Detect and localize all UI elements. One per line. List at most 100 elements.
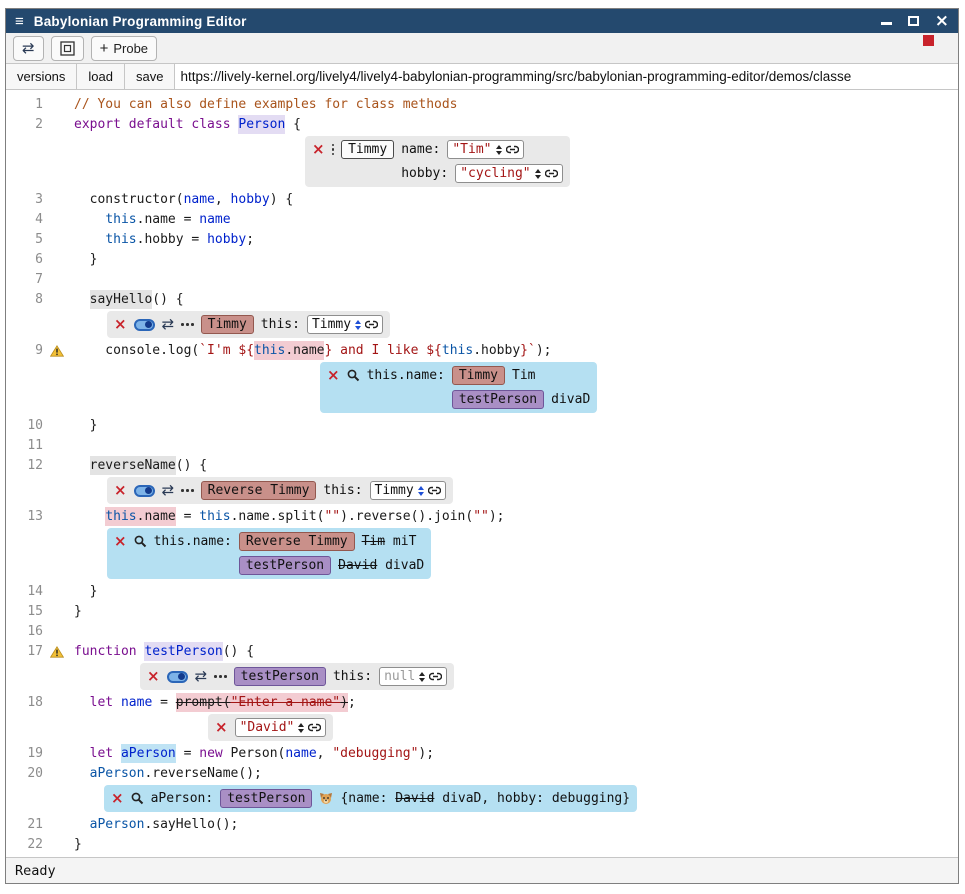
stepper-icon[interactable] xyxy=(355,320,361,330)
code-line[interactable]: 2export default class Person { xyxy=(6,115,958,135)
code-line[interactable]: 7 xyxy=(6,270,958,290)
example-badge[interactable]: testPerson xyxy=(239,556,331,575)
value-box[interactable]: Timmy xyxy=(307,315,383,334)
hamburger-menu-icon[interactable]: ≡ xyxy=(15,14,24,29)
code-line[interactable]: 8 sayHello() { xyxy=(6,290,958,310)
code-line[interactable]: 15} xyxy=(6,602,958,622)
instance-widget[interactable]: ×⇄testPersonthis:null xyxy=(140,663,454,690)
active-toggle-icon[interactable] xyxy=(134,319,155,331)
value-box[interactable]: Timmy xyxy=(370,481,446,500)
code-line[interactable]: 9 console.log(`I'm ${this.name} and I li… xyxy=(6,341,958,361)
example-badge[interactable]: Reverse Timmy xyxy=(201,481,317,500)
close-icon[interactable]: × xyxy=(147,669,160,684)
maximize-button[interactable] xyxy=(908,16,919,26)
close-window-button[interactable]: × xyxy=(935,13,949,30)
save-button[interactable]: save xyxy=(125,64,175,89)
close-icon[interactable]: × xyxy=(114,534,127,549)
code-line[interactable]: 5 this.hobby = hobby; xyxy=(6,230,958,250)
example-badge[interactable]: testPerson xyxy=(234,667,326,686)
load-button[interactable]: load xyxy=(77,64,125,89)
active-toggle-icon[interactable] xyxy=(167,671,188,683)
window: ≡ Babylonian Programming Editor × ⇄ + Pr… xyxy=(5,8,959,884)
more-options-icon[interactable] xyxy=(214,675,227,678)
versions-button[interactable]: versions xyxy=(6,64,77,89)
close-icon[interactable]: × xyxy=(215,720,228,735)
swap-view-button[interactable]: ⇄ xyxy=(13,36,44,61)
code-line[interactable]: 18 let name = prompt("Enter a name"); xyxy=(6,693,958,713)
close-icon[interactable]: × xyxy=(114,317,127,332)
probe-widget[interactable]: ×this.name:Reverse TimmyTim miT×this.nam… xyxy=(107,528,431,579)
link-icon[interactable] xyxy=(506,145,519,154)
close-icon[interactable]: × xyxy=(114,483,127,498)
example-badge[interactable]: testPerson xyxy=(452,390,544,409)
example-badge[interactable]: testPerson xyxy=(220,789,312,808)
magnifier-icon[interactable] xyxy=(131,792,144,805)
warning-icon[interactable] xyxy=(50,646,64,658)
code-line[interactable]: 1// You can also define examples for cla… xyxy=(6,95,958,115)
probe-widget[interactable]: ×this.name:TimmyTim×this.name:testPerson… xyxy=(320,362,597,413)
link-icon[interactable] xyxy=(365,320,378,329)
code-line[interactable]: 21 aPerson.sayHello(); xyxy=(6,815,958,835)
add-probe-button[interactable]: + Probe xyxy=(91,36,157,61)
stepper-icon[interactable] xyxy=(496,145,502,155)
close-icon[interactable]: × xyxy=(327,368,340,383)
url-input[interactable]: https://lively-kernel.org/lively4/lively… xyxy=(175,64,958,89)
swap-arrows-icon[interactable]: ⇄ xyxy=(195,669,208,684)
stepper-icon[interactable] xyxy=(298,723,304,733)
code-token: `I'm ${ xyxy=(199,343,254,358)
example-badge[interactable]: Reverse Timmy xyxy=(239,532,355,551)
probe-row: ×this.name:testPersonDavid divaD xyxy=(114,555,424,576)
stepper-icon[interactable] xyxy=(419,672,425,682)
code-line[interactable]: 19 let aPerson = new Person(name, "debug… xyxy=(6,744,958,764)
code-line[interactable]: 22} xyxy=(6,835,958,855)
value-text: null xyxy=(384,669,415,684)
code-token: ); xyxy=(536,343,552,358)
drag-handle-icon[interactable] xyxy=(332,144,335,156)
instance-widget[interactable]: ×⇄Timmythis:Timmy xyxy=(107,311,390,338)
code-editor[interactable]: 1// You can also define examples for cla… xyxy=(6,90,958,857)
close-icon[interactable]: × xyxy=(312,142,325,157)
code-line[interactable]: 20 aPerson.reverseName(); xyxy=(6,764,958,784)
value-box[interactable]: "Tim" xyxy=(447,140,523,159)
code-line[interactable]: 6 } xyxy=(6,250,958,270)
link-icon[interactable] xyxy=(308,723,321,732)
line-number: 8 xyxy=(6,290,50,310)
code-line[interactable]: 12 reverseName() { xyxy=(6,456,958,476)
link-icon[interactable] xyxy=(545,169,558,178)
code-line[interactable]: 16 xyxy=(6,622,958,642)
minimize-button[interactable] xyxy=(881,22,892,25)
code-line[interactable]: 4 this.name = name xyxy=(6,210,958,230)
code-line[interactable]: 13 this.name = this.name.split("").rever… xyxy=(6,507,958,527)
value-box[interactable]: "cycling" xyxy=(455,164,562,183)
example-widget[interactable]: ×Timmyname:"Tim"×Timmyhobby:"cycling" xyxy=(305,136,570,187)
probe-widget[interactable]: ×aPerson:testPerson{name: David divaD, h… xyxy=(104,785,637,812)
instance-widget[interactable]: ×⇄Reverse Timmythis:Timmy xyxy=(107,477,453,504)
code-line[interactable]: 14 } xyxy=(6,582,958,602)
example-badge[interactable]: Timmy xyxy=(452,366,505,385)
code-line[interactable]: 3 constructor(name, hobby) { xyxy=(6,190,958,210)
replacement-widget[interactable]: × "David" xyxy=(208,714,333,741)
link-icon[interactable] xyxy=(429,672,442,681)
frame-button[interactable] xyxy=(51,36,84,61)
stepper-icon[interactable] xyxy=(418,486,424,496)
example-badge[interactable]: Timmy xyxy=(341,140,394,159)
code-text: sayHello() { xyxy=(74,290,184,310)
magnifier-icon[interactable] xyxy=(347,369,360,382)
code-line[interactable]: 11 xyxy=(6,436,958,456)
stepper-icon[interactable] xyxy=(535,169,541,179)
code-line[interactable]: 17function testPerson() { xyxy=(6,642,958,662)
link-icon[interactable] xyxy=(428,486,441,495)
value-box[interactable]: null xyxy=(379,667,447,686)
warning-icon[interactable] xyxy=(50,345,64,357)
code-token: = xyxy=(176,746,199,761)
swap-arrows-icon[interactable]: ⇄ xyxy=(162,317,175,332)
close-icon[interactable]: × xyxy=(111,791,124,806)
active-toggle-icon[interactable] xyxy=(134,485,155,497)
code-line[interactable]: 10 } xyxy=(6,416,958,436)
swap-arrows-icon[interactable]: ⇄ xyxy=(162,483,175,498)
value-box[interactable]: "David" xyxy=(235,718,327,737)
example-badge[interactable]: Timmy xyxy=(201,315,254,334)
magnifier-icon[interactable] xyxy=(134,535,147,548)
more-options-icon[interactable] xyxy=(181,489,194,492)
more-options-icon[interactable] xyxy=(181,323,194,326)
